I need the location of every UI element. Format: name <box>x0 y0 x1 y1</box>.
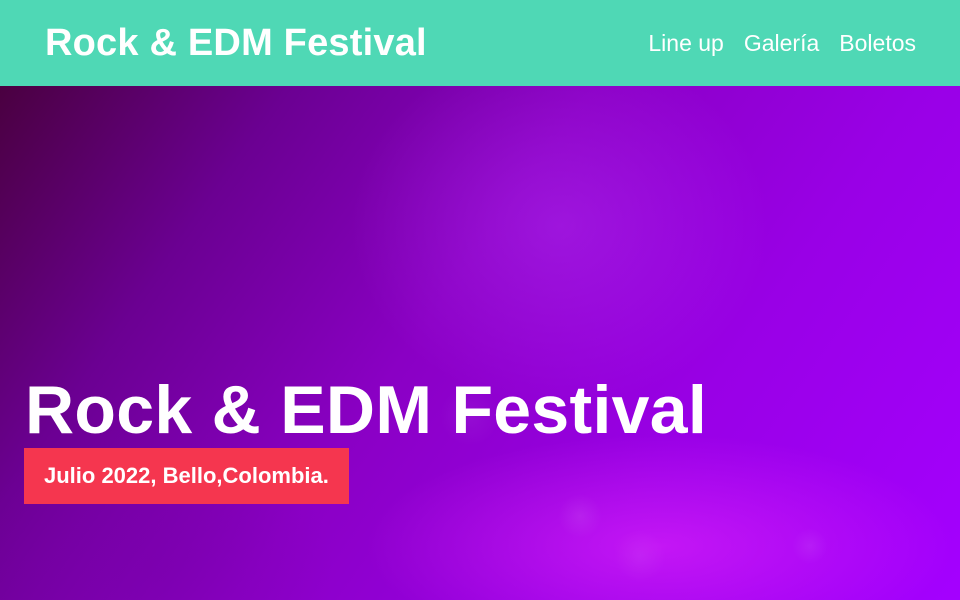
nav-link-boletos[interactable]: Boletos <box>839 30 916 57</box>
brand-logo[interactable]: Rock & EDM Festival <box>45 22 427 65</box>
event-date-location-badge: Julio 2022, Bello,Colombia. <box>24 448 349 504</box>
hero-background-haze <box>0 86 960 600</box>
site-header: Rock & EDM Festival Line up Galería Bole… <box>0 0 960 86</box>
hero-banner: Rock & EDM Festival Julio 2022, Bello,Co… <box>0 86 960 600</box>
nav-link-line-up[interactable]: Line up <box>648 30 723 57</box>
hero-title: Rock & EDM Festival <box>25 372 708 448</box>
main-nav: Line up Galería Boletos <box>648 30 916 57</box>
nav-link-galeria[interactable]: Galería <box>744 30 819 57</box>
